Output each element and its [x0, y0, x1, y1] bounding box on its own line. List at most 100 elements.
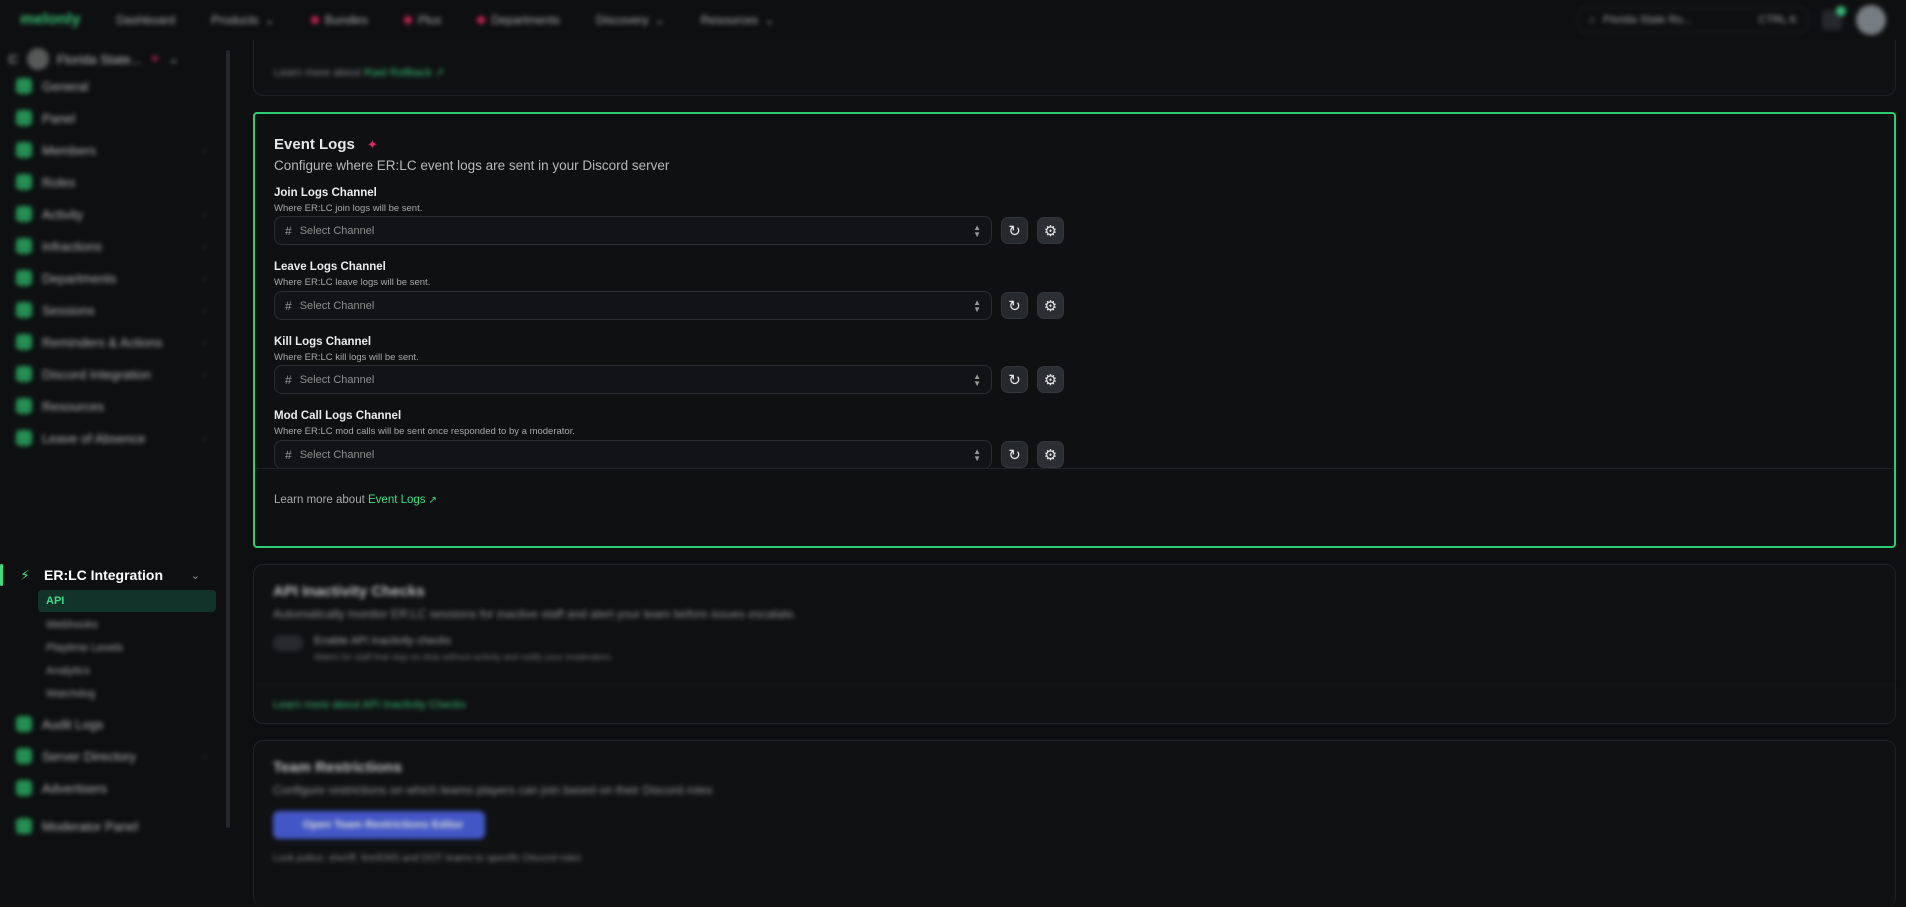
channel-settings-button[interactable]: ⚙ [1037, 366, 1064, 393]
sidebar-subitem-watchdog[interactable]: Watchdog [38, 683, 216, 705]
server-search-text: Florida State Ro... [1603, 14, 1692, 26]
sidebar-item-label: Activity [42, 206, 84, 222]
nav-resources[interactable]: Resources ⌄ [701, 13, 774, 27]
external-link-icon: ↗ [434, 67, 445, 79]
leave-logs-channel-select[interactable]: # Select Channel ▲ ▼ [274, 291, 992, 320]
event-logs-subtitle: Configure where ER:LC event logs are sen… [274, 158, 670, 173]
channel-settings-button[interactable]: ⚙ [1037, 292, 1064, 319]
sidebar-item-leave-of-absence[interactable]: Leave of Absence › [16, 430, 206, 446]
hash-icon: # [285, 372, 292, 387]
api-inactivity-title: API Inactivity Checks [273, 583, 425, 600]
nav-departments[interactable]: Departments [477, 13, 560, 27]
field-label: Join Logs Channel [274, 187, 377, 199]
sidebar-item-server-directory[interactable]: Server Directory › [16, 748, 206, 764]
shield-icon [16, 334, 32, 350]
sidebar-item-moderator-panel[interactable]: Moderator Panel [16, 818, 206, 834]
chevron-updown-icon: ▲ ▼ [973, 297, 981, 314]
brand-logo[interactable]: melonly [20, 11, 80, 29]
raid-rollback-link[interactable]: Raid Rollback [364, 67, 432, 79]
monitor-icon [16, 110, 32, 126]
sidebar-item-audit-logs[interactable]: Audit Logs [16, 716, 206, 732]
sidebar-item-label: Advertisers [42, 780, 108, 796]
refresh-channels-button[interactable]: ↻ [1001, 292, 1028, 319]
chevron-right-icon: › [202, 240, 206, 252]
shield-icon [16, 818, 32, 834]
sidebar-item-sessions[interactable]: Sessions › [16, 302, 206, 318]
sidebar-item-roles[interactable]: Roles [16, 174, 206, 190]
sidebar-subitem-playtime-levels[interactable]: Playtime Levels [38, 637, 216, 659]
event-logs-link[interactable]: Event Logs [368, 494, 426, 506]
globe-icon [16, 748, 32, 764]
bundles-icon [310, 16, 319, 24]
event-logs-title: Event Logs [274, 136, 355, 153]
sidebar-item-infractions[interactable]: Infractions › [16, 238, 206, 254]
document-icon [16, 398, 32, 414]
server-name: Florida State... [56, 51, 142, 67]
sidebar-item-label: Departments [42, 270, 117, 286]
toggle-label: Enable API inactivity checks [314, 635, 451, 647]
sidebar-item-reminders[interactable]: Reminders & Actions › [16, 334, 206, 350]
sidebar-item-label: Moderator Panel [42, 818, 139, 834]
nav-products-label: Products [211, 13, 259, 27]
api-inactivity-toggle[interactable] [273, 635, 303, 651]
nav-products[interactable]: Products ⌄ [211, 13, 274, 27]
kill-logs-channel-select[interactable]: # Select Channel ▲ ▼ [274, 365, 992, 394]
open-team-restrictions-button[interactable]: Open Team Restrictions Editor [273, 811, 485, 839]
sidebar-item-members[interactable]: Members › [16, 142, 206, 158]
api-inactivity-link[interactable]: API Inactivity Checks [362, 699, 465, 711]
sidebar-item-panel[interactable]: Panel [16, 110, 206, 126]
sidebar-item-label: Leave of Absence [42, 430, 146, 446]
active-indicator [0, 564, 3, 586]
channel-settings-button[interactable]: ⚙ [1037, 217, 1064, 244]
discord-icon [16, 366, 32, 382]
field-label: Leave Logs Channel [274, 261, 386, 273]
sidebar-item-erlc-integration[interactable]: ⚡ ER:LC Integration ⌄ [0, 563, 230, 587]
nav-dashboard[interactable]: Dashboard [116, 13, 175, 27]
nav-plus[interactable]: Plus [403, 13, 441, 27]
sidebar-item-activity[interactable]: Activity › [16, 206, 206, 222]
top-right-controls: ⌕ Florida State Ro... CTRL K [1578, 0, 1906, 40]
team-restrictions-title: Team Restrictions [273, 759, 402, 776]
notification-bell-icon[interactable] [1822, 6, 1846, 30]
search-icon: ⌕ [1589, 13, 1596, 26]
shortcut-hint: CTRL K [1758, 14, 1797, 26]
building-icon [16, 270, 32, 286]
collapse-sidebar-icon[interactable]: ⊏ [8, 51, 19, 67]
sidebar-item-label: Panel [42, 110, 76, 126]
kill-logs-field: Kill Logs Channel Where ER:LC kill logs … [274, 336, 1074, 394]
user-avatar[interactable] [1856, 5, 1886, 35]
hash-icon: # [285, 298, 292, 313]
nav-discovery-label: Discovery [596, 13, 649, 27]
sidebar-item-discord-integration[interactable]: Discord Integration › [16, 366, 206, 382]
nav-resources-label: Resources [700, 13, 759, 27]
sidebar-subitem-api[interactable]: API [38, 590, 216, 612]
sidebar-scrollbar[interactable] [226, 50, 230, 828]
chevron-right-icon: › [202, 272, 206, 284]
sidebar-item-general[interactable]: General [16, 78, 206, 94]
gear-icon: ⚙ [1043, 371, 1058, 389]
sidebar-subitem-analytics[interactable]: Analytics [38, 660, 216, 682]
sidebar-item-label: Sessions [42, 302, 95, 318]
server-avatar [26, 48, 49, 70]
sidebar-item-label: Roles [42, 174, 76, 190]
sidebar-item-resources[interactable]: Resources [16, 398, 206, 414]
sidebar-item-departments[interactable]: Departments › [16, 270, 206, 286]
channel-settings-button[interactable]: ⚙ [1037, 441, 1064, 468]
refresh-channels-button[interactable]: ↻ [1001, 441, 1028, 468]
sidebar-subitem-webhooks[interactable]: Webhooks [38, 614, 216, 636]
raid-rollback-learn-more: Learn more about Raid Rollback ↗ [274, 66, 444, 79]
mod-call-logs-channel-select[interactable]: # Select Channel ▲ ▼ [274, 440, 992, 469]
nav-bundles[interactable]: Bundles [310, 13, 368, 27]
hash-icon: # [285, 447, 292, 462]
server-switcher[interactable]: ⊏ Florida State... ✦ ⌄ [8, 48, 179, 70]
nav-discovery[interactable]: Discovery ⌄ [596, 13, 665, 27]
server-search[interactable]: ⌕ Florida State Ro... CTRL K [1578, 7, 1808, 33]
refresh-channels-button[interactable]: ↻ [1001, 366, 1028, 393]
refresh-channels-button[interactable]: ↻ [1001, 217, 1028, 244]
field-hint: Where ER:LC mod calls will be sent once … [274, 426, 575, 437]
api-inactivity-card: API Inactivity Checks Automatically moni… [253, 564, 1896, 724]
mod-call-logs-field: Mod Call Logs Channel Where ER:LC mod ca… [274, 410, 1074, 469]
sidebar-item-advertisers[interactable]: Advertisers [16, 780, 206, 796]
chevron-down-icon: ⌄ [190, 569, 200, 582]
join-logs-channel-select[interactable]: # Select Channel ▲ ▼ [274, 216, 992, 245]
